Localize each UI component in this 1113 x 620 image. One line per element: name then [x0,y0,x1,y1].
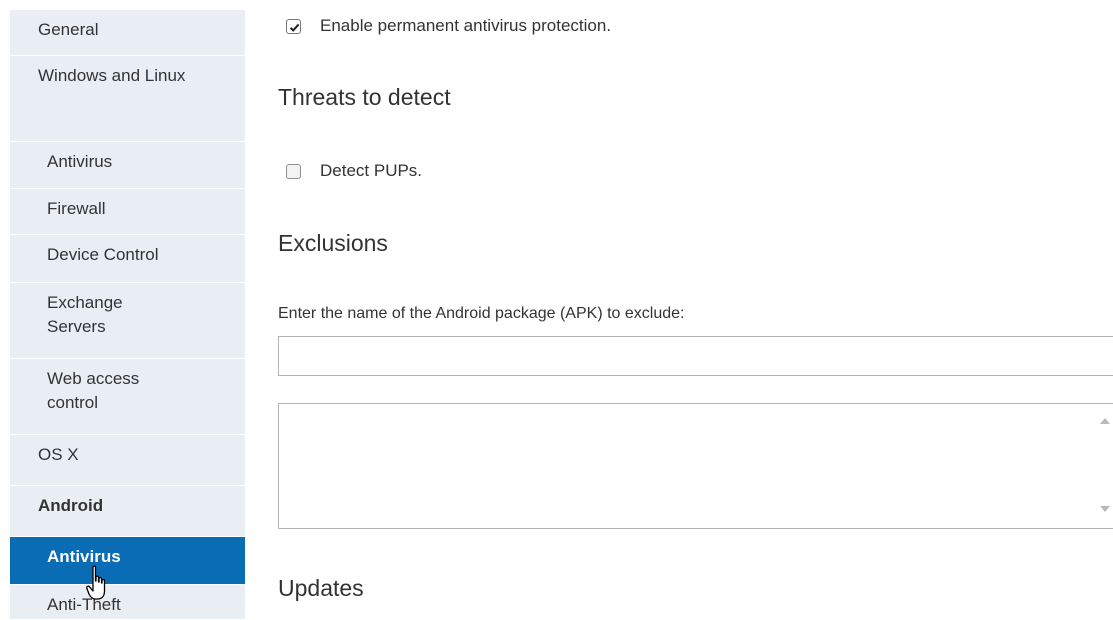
sidebar-item-label: Exchange Servers [47,293,123,336]
exclusions-section-title: Exclusions [278,230,388,256]
sidebar-item-web-access-control[interactable]: Web access control [10,359,245,435]
sidebar-item-label: Device Control [47,245,159,264]
main-content: Enable permanent antivirus protection. T… [278,0,1113,620]
updates-section-title: Updates [278,575,364,601]
sidebar-item-windows-antivirus[interactable]: Antivirus [10,142,245,189]
sidebar-item-general[interactable]: General [10,10,245,56]
hand-cursor-icon [86,565,106,600]
sidebar-item-label: Antivirus [47,547,121,566]
permanent-protection-row[interactable]: Enable permanent antivirus protection. [278,15,878,39]
sidebar-item-label: Windows and Linux [38,66,186,85]
permanent-protection-label: Enable permanent antivirus protection. [320,16,612,35]
detect-pups-row[interactable]: Detect PUPs. [278,160,578,184]
sidebar-item-label: General [38,20,99,39]
scroll-up-icon[interactable] [1100,418,1110,424]
sidebar-item-label: Firewall [47,199,106,218]
detect-pups-checkbox[interactable] [286,164,301,179]
detect-pups-label: Detect PUPs. [320,161,423,180]
app-root: General Windows and Linux Antivirus Fire… [0,0,1113,620]
sidebar-item-label: Anti-Theft [47,595,121,614]
threats-section-title: Threats to detect [278,84,451,110]
sidebar-nav: General Windows and Linux Antivirus Fire… [10,10,245,620]
sidebar-item-label: Android [38,496,104,515]
permanent-protection-checkbox[interactable] [286,19,301,34]
sidebar-item-label: Antivirus [47,152,113,171]
sidebar-item-anti-theft[interactable]: Anti-Theft [10,585,245,620]
sidebar-item-windows-linux[interactable]: Windows and Linux [10,56,245,142]
apk-name-input[interactable] [278,336,1113,376]
sidebar-item-osx[interactable]: OS X [10,435,245,486]
scroll-down-icon[interactable] [1100,506,1110,512]
sidebar-item-label: OS X [38,445,79,464]
sidebar-item-android[interactable]: Android [10,486,245,537]
checkmark-icon [289,23,300,32]
sidebar-item-device-control[interactable]: Device Control [10,235,245,283]
apk-field-label: Enter the name of the Android package (A… [278,305,685,322]
exclusions-list-box[interactable] [278,403,1113,529]
sidebar-item-android-antivirus[interactable]: Antivirus [10,537,245,585]
sidebar-item-label: Web access control [47,369,140,412]
sidebar-item-firewall[interactable]: Firewall [10,189,245,235]
sidebar-item-exchange-servers[interactable]: Exchange Servers [10,283,245,359]
